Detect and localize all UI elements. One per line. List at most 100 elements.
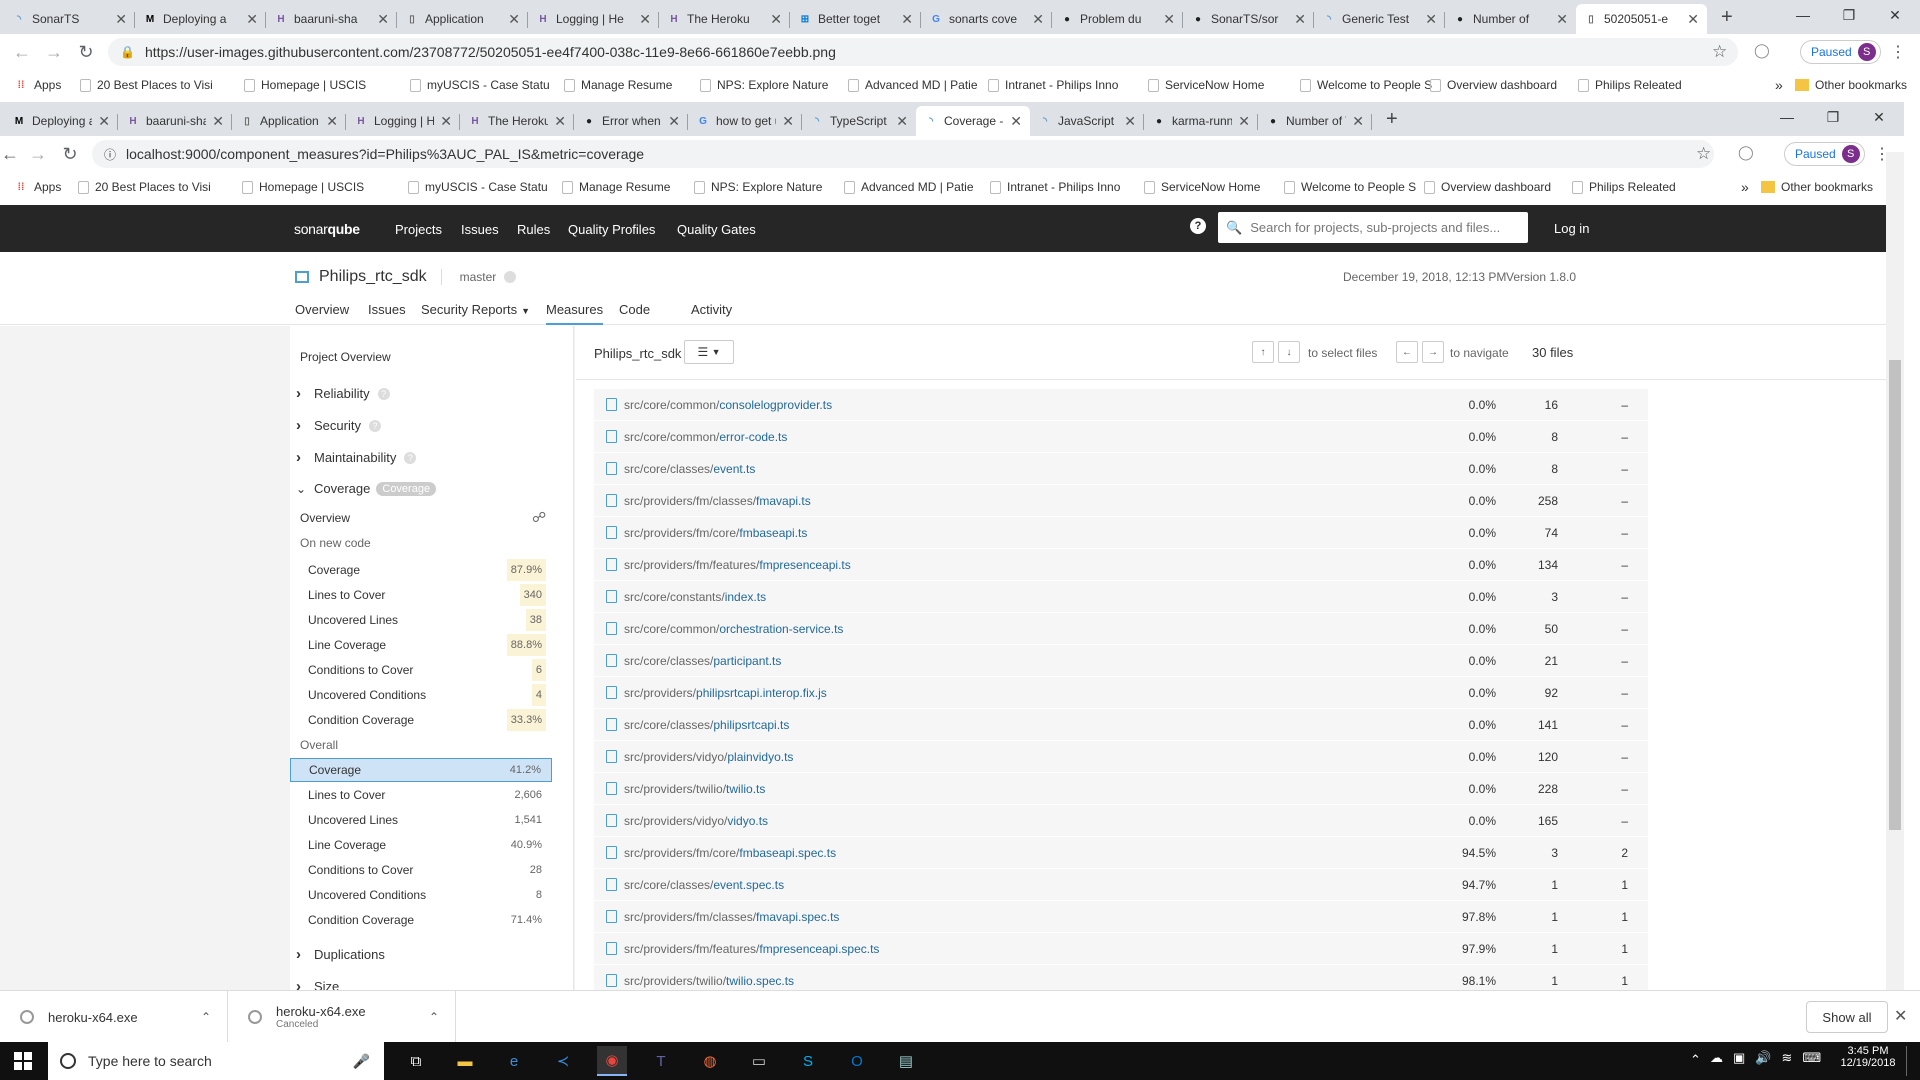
file-path[interactable]: src/core/classes/event.ts	[624, 462, 755, 476]
inner-tab[interactable]: H Logging | Her ✕	[346, 106, 460, 136]
help-icon[interactable]: ?	[1190, 218, 1206, 234]
task-view-icon[interactable]: ⧉	[401, 1046, 431, 1076]
inner-close-button[interactable]: ✕	[1856, 102, 1902, 132]
file-row[interactable]: src/providers/fm/classes/fmavapi.spec.ts…	[594, 901, 1648, 933]
file-path[interactable]: src/providers/vidyo/vidyo.ts	[624, 814, 768, 828]
domain-maintainability[interactable]: › Maintainability?	[296, 449, 417, 466]
file-row[interactable]: src/providers/twilio/twilio.spec.ts 98.1%…	[594, 965, 1648, 990]
bookmark-item[interactable]: ServiceNow Home	[1148, 78, 1264, 92]
close-tab-icon[interactable]: ✕	[770, 11, 782, 28]
download-item[interactable]: heroku-x64.exe Canceled ⌃	[228, 991, 456, 1043]
close-tab-icon[interactable]: ✕	[246, 11, 258, 28]
nav-issues[interactable]: Issues	[461, 222, 499, 237]
file-row[interactable]: src/core/classes/event.spec.ts 94.7% 1 1	[594, 869, 1648, 901]
teams-icon[interactable]: T	[646, 1046, 676, 1076]
file-row[interactable]: src/core/constants/index.ts 0.0% 3 –	[594, 581, 1648, 613]
view-select[interactable]: ☰ ▼	[684, 340, 734, 364]
extension-icon[interactable]: ◯	[1754, 42, 1770, 59]
nav-quality-gates[interactable]: Quality Gates	[677, 222, 756, 237]
bookmark-item[interactable]: ⁞⁞ Apps	[14, 78, 62, 92]
file-path[interactable]: src/core/classes/event.spec.ts	[624, 878, 784, 892]
close-tab-icon[interactable]: ✕	[1010, 113, 1022, 130]
new-tab-icon[interactable]: +	[1721, 6, 1733, 29]
file-path[interactable]: src/core/constants/index.ts	[624, 590, 766, 604]
notepad-icon[interactable]: ▤	[891, 1046, 921, 1076]
bookmark-item[interactable]: ⁞⁞ Apps	[14, 180, 62, 194]
inner-address-bar[interactable]: ⓘ localhost:9000/component_measures?id=P…	[92, 140, 1714, 168]
bookmark-star-icon[interactable]: ☆	[1712, 42, 1727, 62]
measure-row[interactable]: Line Coverage 88.8%	[290, 633, 552, 657]
measure-row[interactable]: Uncovered Conditions 8	[290, 883, 552, 907]
coverage-domain-toggle[interactable]: ⌄ Coverage Coverage	[296, 481, 437, 496]
close-tab-icon[interactable]: ✕	[440, 113, 452, 130]
inner-tab[interactable]: ▯ Application Er ✕	[232, 106, 346, 136]
close-tab-icon[interactable]: ✕	[1425, 11, 1437, 28]
file-explorer-icon[interactable]: ▬	[450, 1046, 480, 1076]
outer-tab[interactable]: ● Number of ✕	[1445, 4, 1576, 34]
domain-security[interactable]: › Security?	[296, 417, 381, 434]
file-path[interactable]: src/providers/fm/core/fmbaseapi.spec.ts	[624, 846, 836, 860]
inner-tab[interactable]: ◝ JavaScript Cov ✕	[1030, 106, 1144, 136]
file-path[interactable]: src/providers/fm/features/fmpresenceapi.…	[624, 942, 879, 956]
domain-size[interactable]: › Size	[296, 978, 339, 990]
file-row[interactable]: src/providers/philipsrtcapi.interop.fix.…	[594, 677, 1648, 709]
restore-button[interactable]: ❐	[1826, 0, 1872, 30]
bookmark-item[interactable]: Welcome to People S	[1300, 78, 1432, 92]
bookmark-item[interactable]: 20 Best Places to Visi	[80, 78, 213, 92]
more-bookmarks-icon[interactable]: »	[1741, 179, 1749, 195]
scrollbar-thumb[interactable]	[1889, 360, 1901, 830]
back-icon[interactable]: ←	[8, 38, 36, 66]
bookmark-item[interactable]: Overview dashboard	[1424, 180, 1551, 194]
close-tab-icon[interactable]: ✕	[98, 113, 110, 130]
close-tab-icon[interactable]: ✕	[1294, 11, 1306, 28]
file-row[interactable]: src/providers/vidyo/vidyo.ts 0.0% 165 –	[594, 805, 1648, 837]
profile-paused-button[interactable]: Paused S	[1800, 40, 1881, 64]
file-row[interactable]: src/providers/fm/core/fmbaseapi.spec.ts 9…	[594, 837, 1648, 869]
system-tray[interactable]: ☁ ▣ 🔊 ≋ ⌨	[1710, 1050, 1821, 1066]
windows-start-icon[interactable]	[14, 1052, 32, 1070]
bookmark-item[interactable]: Philips Releated	[1572, 180, 1676, 194]
inner-reload-icon[interactable]: ↻	[56, 140, 84, 168]
file-row[interactable]: src/providers/vidyo/plainvidyo.ts 0.0% 120…	[594, 741, 1648, 773]
close-tab-icon[interactable]: ✕	[1352, 113, 1364, 130]
close-tab-icon[interactable]: ✕	[326, 113, 338, 130]
measure-row[interactable]: Coverage 87.9%	[290, 558, 552, 582]
outer-tab[interactable]: ▯ Application ✕	[397, 4, 528, 34]
file-path[interactable]: src/core/classes/philipsrtcapi.ts	[624, 718, 789, 732]
inner-tab[interactable]: ● Error when pa ✕	[574, 106, 688, 136]
bookmark-item[interactable]: 20 Best Places to Visi	[78, 180, 211, 194]
new-tab-icon[interactable]: +	[1386, 108, 1398, 131]
close-tab-icon[interactable]: ✕	[554, 113, 566, 130]
vscode-icon[interactable]: ≺	[548, 1046, 578, 1076]
outer-tab[interactable]: ● Problem du ✕	[1052, 4, 1183, 34]
file-path[interactable]: src/core/common/error-code.ts	[624, 430, 787, 444]
show-desktop-button[interactable]	[1906, 1046, 1907, 1076]
inner-restore-button[interactable]: ❐	[1810, 102, 1856, 132]
close-tab-icon[interactable]: ✕	[901, 11, 913, 28]
file-path[interactable]: src/providers/twilio/twilio.spec.ts	[624, 974, 794, 988]
project-tab-activity[interactable]: Activity	[691, 302, 732, 317]
overview-link[interactable]: Overview	[300, 511, 350, 525]
close-tab-icon[interactable]: ✕	[782, 113, 794, 130]
close-tab-icon[interactable]: ✕	[1556, 11, 1568, 28]
close-tab-icon[interactable]: ✕	[1032, 11, 1044, 28]
close-tab-icon[interactable]: ✕	[668, 113, 680, 130]
file-path[interactable]: src/core/classes/participant.ts	[624, 654, 781, 668]
file-row[interactable]: src/core/classes/philipsrtcapi.ts 0.0% 141…	[594, 709, 1648, 741]
inner-tab[interactable]: Hbaaruni-sharm ✕	[118, 106, 232, 136]
measure-row[interactable]: Condition Coverage 71.4%	[290, 908, 552, 932]
close-tab-icon[interactable]: ✕	[896, 113, 908, 130]
bookmark-item[interactable]: myUSCIS - Case Statu	[410, 78, 550, 92]
outer-tab[interactable]: H The Heroku ✕	[659, 4, 790, 34]
postman-icon[interactable]: ◍	[695, 1046, 725, 1076]
other-bookmarks[interactable]: Other bookmarks	[1795, 78, 1907, 92]
inner-tab[interactable]: Ghow to get un ✕	[688, 106, 802, 136]
file-path[interactable]: src/providers/philipsrtcapi.interop.fix.…	[624, 686, 827, 700]
inner-profile-paused-button[interactable]: Paused S	[1784, 142, 1865, 166]
file-row[interactable]: src/core/common/consolelogprovider.ts 0.0…	[594, 389, 1648, 421]
measure-row[interactable]: Line Coverage 40.9%	[290, 833, 552, 857]
sonarqube-logo[interactable]: sonarqube	[294, 221, 360, 237]
outer-address-bar[interactable]: 🔒 https://user-images.githubusercontent.…	[108, 38, 1738, 66]
bookmark-item[interactable]: Manage Resume	[564, 78, 672, 92]
bookmark-item[interactable]: NPS: Explore Nature	[700, 78, 828, 92]
